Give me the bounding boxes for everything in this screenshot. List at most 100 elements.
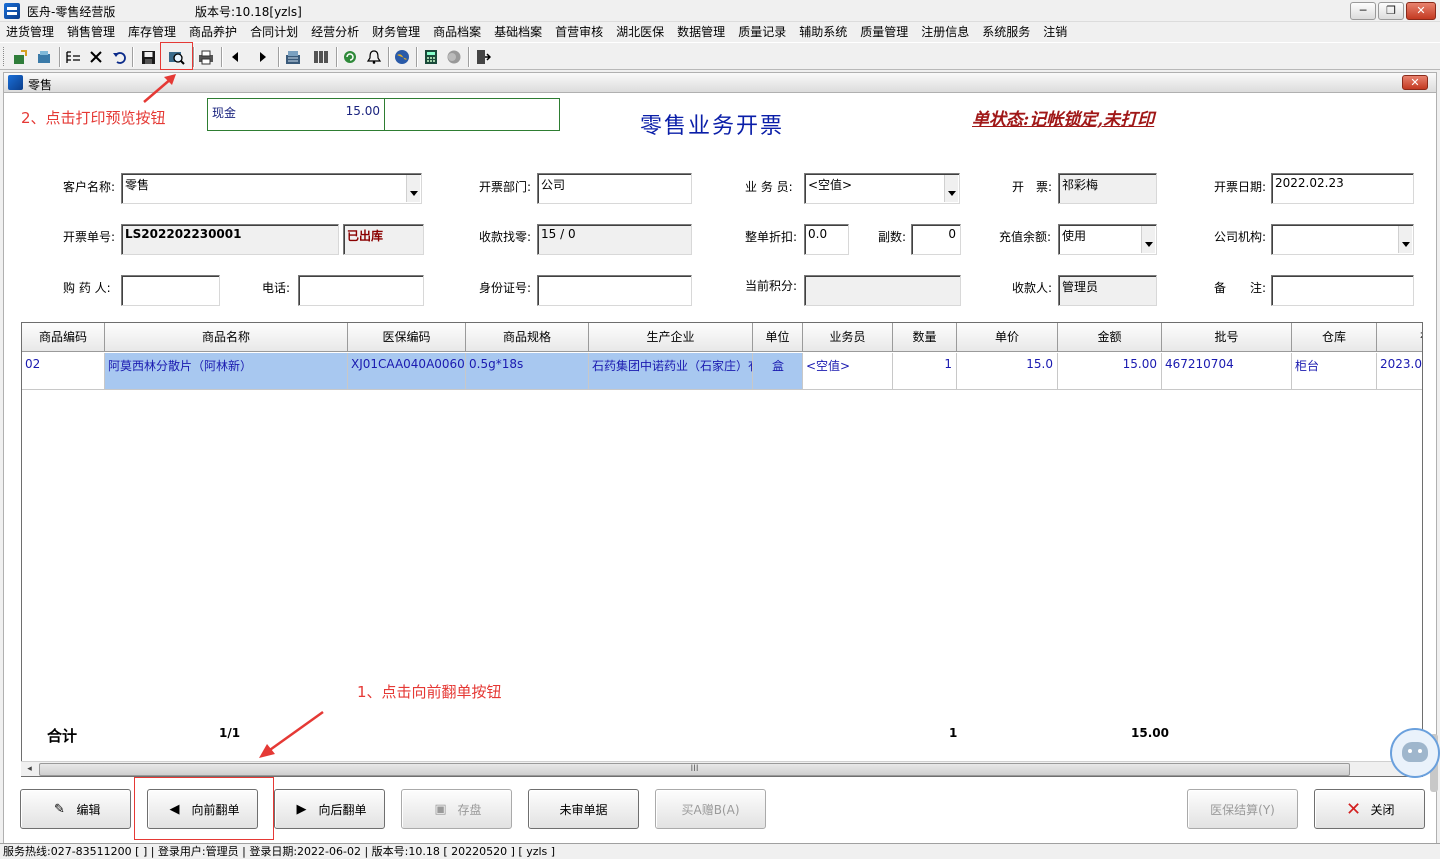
column-header[interactable]: 业务员 bbox=[803, 323, 893, 352]
menu-item-logout[interactable]: 注销 bbox=[1043, 22, 1067, 42]
minimize-button[interactable]: ─ bbox=[1350, 2, 1376, 20]
column-header[interactable]: 医保编码 bbox=[348, 323, 466, 352]
copies-field[interactable]: 0 bbox=[911, 224, 961, 255]
chevron-down-icon[interactable] bbox=[1398, 226, 1412, 253]
customer-combo[interactable]: 零售 bbox=[121, 173, 422, 204]
menu-item-base-archive[interactable]: 基础档案 bbox=[494, 22, 542, 42]
menu-item-purchase[interactable]: 进货管理 bbox=[6, 22, 54, 42]
table-cell[interactable]: 02 bbox=[22, 353, 105, 390]
company-combo[interactable] bbox=[1271, 224, 1414, 255]
inner-window-title: 零售 bbox=[28, 78, 53, 92]
menu-item-product-archive[interactable]: 商品档案 bbox=[433, 22, 481, 42]
restore-button[interactable]: ❐ bbox=[1378, 2, 1404, 20]
payment-divider bbox=[384, 99, 385, 130]
exit-icon[interactable] bbox=[473, 47, 493, 67]
column-header[interactable]: 商品编码 bbox=[22, 323, 105, 352]
salesman-combo[interactable]: <空值> bbox=[804, 173, 960, 204]
globe-icon[interactable] bbox=[392, 47, 412, 67]
remark-field[interactable] bbox=[1271, 275, 1414, 306]
menu-item-finance[interactable]: 财务管理 bbox=[372, 22, 420, 42]
undo-icon[interactable] bbox=[109, 47, 129, 67]
menu-item-hubei-medins[interactable]: 湖北医保 bbox=[616, 22, 664, 42]
buyer-field[interactable] bbox=[121, 275, 220, 306]
medical-insurance-settlement-button[interactable]: 医保结算(Y) bbox=[1187, 789, 1298, 829]
menu-item-maintenance[interactable]: 商品养护 bbox=[189, 22, 237, 42]
idcard-field[interactable] bbox=[537, 275, 692, 306]
chevron-down-icon[interactable] bbox=[944, 175, 958, 202]
menu-item-sales[interactable]: 销售管理 bbox=[67, 22, 115, 42]
unreviewed-bills-button[interactable]: 未审单据 bbox=[528, 789, 639, 829]
menu-item-first-review[interactable]: 首营审核 bbox=[555, 22, 603, 42]
next-bill-button[interactable]: ▶ 向后翻单 bbox=[274, 789, 385, 829]
table-cell[interactable]: 盒 bbox=[753, 353, 803, 390]
column-header[interactable]: 有 bbox=[1377, 323, 1422, 352]
menu-item-system[interactable]: 系统服务 bbox=[982, 22, 1030, 42]
column-header[interactable]: 单位 bbox=[753, 323, 803, 352]
refresh-icon[interactable] bbox=[340, 47, 360, 67]
print-icon[interactable] bbox=[196, 47, 216, 67]
table-cell[interactable]: 1 bbox=[893, 353, 957, 390]
table-cell[interactable]: 阿莫西林分散片（阿林新） bbox=[105, 353, 348, 390]
discount-field[interactable]: 0.0 bbox=[804, 224, 849, 255]
close-button[interactable]: ✕ 关闭 bbox=[1314, 789, 1425, 829]
assistant-robot-icon[interactable] bbox=[1390, 728, 1440, 778]
column-header[interactable]: 商品规格 bbox=[466, 323, 589, 352]
window-close-button[interactable]: ✕ bbox=[1406, 2, 1436, 20]
save-icon[interactable] bbox=[138, 47, 158, 67]
retail-window-icon bbox=[8, 75, 23, 90]
menu-item-auxiliary[interactable]: 辅助系统 bbox=[799, 22, 847, 42]
table-cell[interactable]: <空值> bbox=[803, 353, 893, 390]
table-cell[interactable]: XJ01CAA040A006020 bbox=[348, 353, 466, 390]
new-icon[interactable] bbox=[10, 47, 30, 67]
next-icon[interactable] bbox=[253, 47, 273, 67]
menu-item-contract[interactable]: 合同计划 bbox=[250, 22, 298, 42]
table-cell[interactable]: 467210704 bbox=[1162, 353, 1292, 390]
bell-icon[interactable] bbox=[364, 47, 384, 67]
column-header[interactable]: 金额 bbox=[1058, 323, 1162, 352]
chevron-down-icon[interactable] bbox=[406, 175, 420, 202]
menu-item-registration[interactable]: 注册信息 bbox=[921, 22, 969, 42]
discount-label: 整单折扣: bbox=[745, 230, 798, 244]
totals-qty: 1 bbox=[949, 726, 958, 740]
scrollbar-thumb[interactable]: III bbox=[39, 763, 1350, 776]
prev-icon[interactable] bbox=[225, 47, 245, 67]
buy-a-get-b-button[interactable]: 买A赠B(A) bbox=[655, 789, 766, 829]
menu-item-data[interactable]: 数据管理 bbox=[677, 22, 725, 42]
calculator-icon[interactable] bbox=[421, 47, 441, 67]
table-cell[interactable]: 15.0 bbox=[957, 353, 1058, 390]
scroll-left-icon[interactable]: ◂ bbox=[22, 763, 37, 776]
table-cell[interactable]: 柜台 bbox=[1292, 353, 1377, 390]
table-cell[interactable]: 0.5g*18s bbox=[466, 353, 589, 390]
barcode-icon[interactable] bbox=[311, 47, 331, 67]
list-icon[interactable] bbox=[63, 47, 83, 67]
recharge-combo[interactable]: 使用 bbox=[1058, 224, 1157, 255]
save-button[interactable]: ▣ 存盘 bbox=[401, 789, 512, 829]
horizontal-scrollbar[interactable]: ◂ III bbox=[21, 761, 1423, 776]
menu-item-quality[interactable]: 质量管理 bbox=[860, 22, 908, 42]
table-cell[interactable]: 2023.07 bbox=[1377, 353, 1422, 390]
date-field[interactable]: 2022.02.23 bbox=[1271, 173, 1414, 204]
delete-icon[interactable] bbox=[86, 47, 106, 67]
table-cell[interactable]: 石药集团中诺药业（石家庄）有 bbox=[589, 353, 753, 390]
remark-label: 备 注: bbox=[1214, 281, 1267, 295]
menu-item-analysis[interactable]: 经营分析 bbox=[311, 22, 359, 42]
product-grid[interactable]: 商品编码 商品名称 医保编码 商品规格 生产企业 单位 业务员 数量 单价 金额… bbox=[21, 322, 1423, 777]
column-header[interactable]: 数量 bbox=[893, 323, 957, 352]
table-cell[interactable]: 15.00 bbox=[1058, 353, 1162, 390]
column-header[interactable]: 批号 bbox=[1162, 323, 1292, 352]
dept-field[interactable]: 公司 bbox=[537, 173, 692, 204]
chevron-down-icon[interactable] bbox=[1141, 226, 1155, 253]
cash-register-icon[interactable] bbox=[283, 47, 303, 67]
print-setup-icon[interactable] bbox=[34, 47, 54, 67]
inner-close-button[interactable]: ✕ bbox=[1402, 75, 1428, 90]
edit-button-label: 编辑 bbox=[76, 802, 101, 817]
record-icon[interactable] bbox=[444, 47, 464, 67]
column-header[interactable]: 单价 bbox=[957, 323, 1058, 352]
menu-item-inventory[interactable]: 库存管理 bbox=[128, 22, 176, 42]
menu-item-quality-record[interactable]: 质量记录 bbox=[738, 22, 786, 42]
edit-button[interactable]: ✎ 编辑 bbox=[20, 789, 131, 829]
column-header[interactable]: 生产企业 bbox=[589, 323, 753, 352]
column-header[interactable]: 仓库 bbox=[1292, 323, 1377, 352]
phone-field[interactable] bbox=[298, 275, 424, 306]
column-header[interactable]: 商品名称 bbox=[105, 323, 348, 352]
